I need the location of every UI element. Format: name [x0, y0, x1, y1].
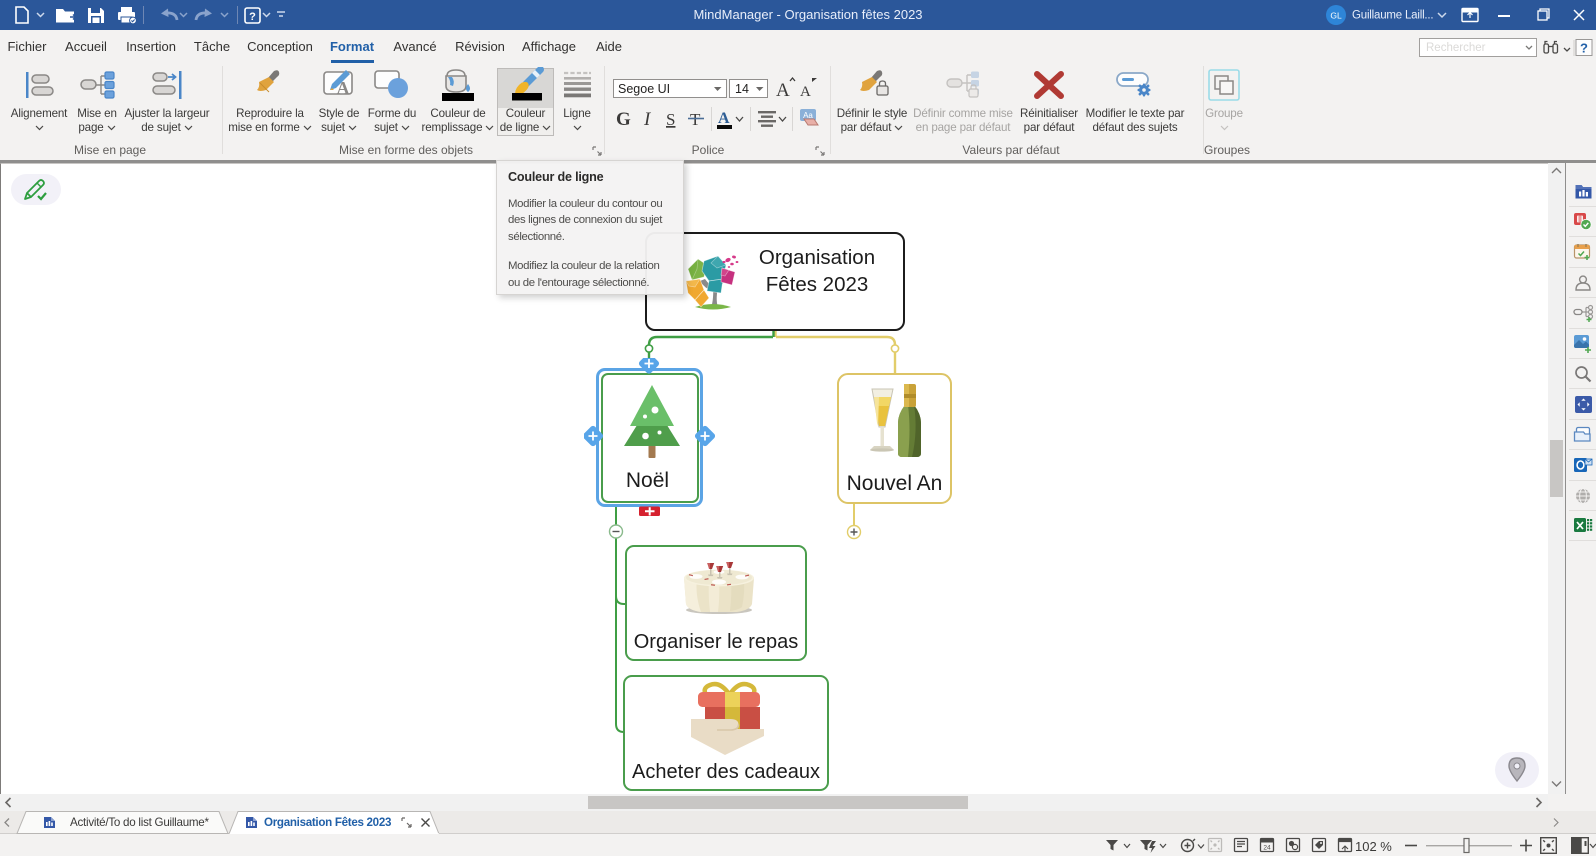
svg-text:A: A	[718, 110, 730, 127]
svg-text:A: A	[776, 80, 790, 101]
svg-text:S: S	[666, 110, 675, 129]
svg-text:?: ?	[1580, 41, 1588, 56]
svg-text:A: A	[800, 84, 811, 100]
svg-text:G: G	[616, 109, 631, 130]
svg-text:24: 24	[1263, 845, 1271, 852]
svg-text:T: T	[690, 110, 701, 129]
svg-text:I: I	[643, 109, 652, 130]
